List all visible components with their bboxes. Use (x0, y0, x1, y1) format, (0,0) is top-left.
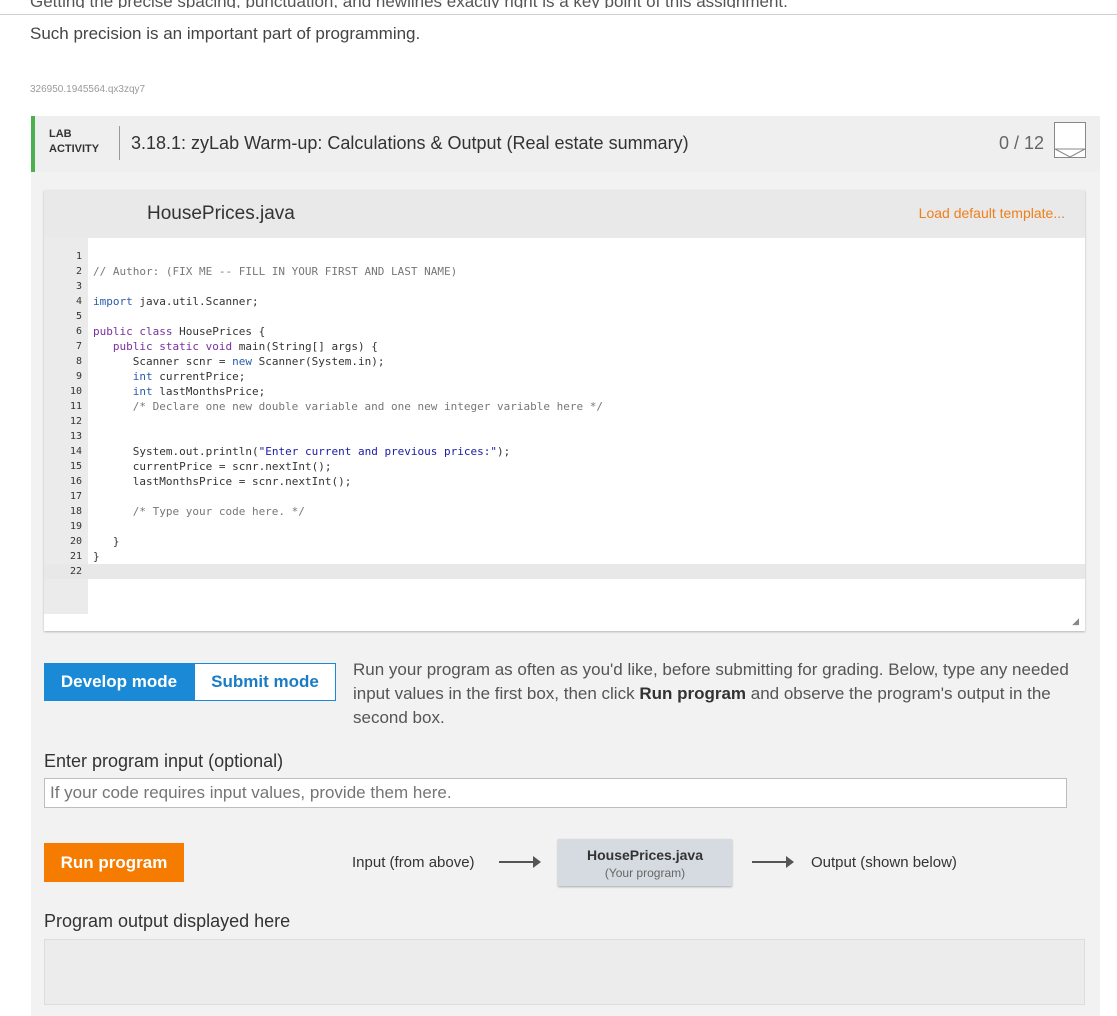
file-name: HousePrices.java (147, 203, 295, 224)
program-name: HousePrices.java (587, 847, 703, 863)
line-number: 18 (69, 506, 82, 517)
code-line[interactable]: 20 } (44, 534, 1085, 549)
line-number: 5 (75, 311, 82, 322)
resource-id: 326950.1945564.qx3zqy7 (30, 84, 146, 95)
precision-text: Such precision is an important part of p… (30, 24, 421, 43)
lab-activity-label: LAB ACTIVITY (49, 128, 100, 155)
code-line[interactable]: 9 int currentPrice; (44, 369, 1085, 384)
code-text: /* Declare one new double variable and o… (93, 400, 603, 413)
code-line[interactable]: 6 public class HousePrices { (44, 324, 1085, 339)
line-number: 14 (69, 446, 82, 457)
code-line[interactable]: 3 (44, 279, 1085, 294)
line-number: 2 (75, 266, 82, 277)
line-number: 3 (75, 281, 82, 292)
program-box: HousePrices.java (Your program) (558, 839, 732, 886)
code-line[interactable]: 18 /* Type your code here. */ (44, 504, 1085, 519)
code-text: currentPrice = scnr.nextInt(); (132, 460, 332, 473)
activity-title: 3.18.1: zyLab Warm-up: Calculations & Ou… (131, 133, 689, 153)
code-line[interactable]: 22 (44, 564, 1085, 579)
line-number: 4 (75, 296, 82, 307)
header-divider (119, 126, 120, 160)
load-default-template-link[interactable]: Load default template... (919, 205, 1065, 221)
activity-header: LAB ACTIVITY 3.18.1: zyLab Warm-up: Calc… (31, 116, 1100, 172)
code-text: lastMonthsPrice = scnr.nextInt(); (132, 475, 352, 488)
code-text: } (93, 535, 120, 548)
code-line[interactable]: 7 public static void main(String[] args)… (44, 339, 1085, 354)
line-number: 21 (69, 551, 82, 562)
code-text: public class HousePrices { (93, 325, 266, 338)
line-number: 6 (75, 326, 82, 337)
code-line[interactable]: 10 int lastMonthsPrice; (44, 384, 1085, 399)
code-line[interactable]: 5 (44, 309, 1085, 324)
code-line[interactable]: 1 (44, 249, 1085, 264)
code-text: int currentPrice; (132, 370, 246, 383)
completion-badge-icon (1054, 122, 1086, 158)
code-line[interactable]: 13 (44, 429, 1085, 444)
code-text: // Author: (FIX ME -- FILL IN YOUR FIRST… (93, 265, 458, 278)
line-number: 19 (69, 521, 82, 532)
line-number: 17 (69, 491, 82, 502)
code-text: int lastMonthsPrice; (132, 385, 266, 398)
line-number: 20 (69, 536, 82, 547)
code-text: import java.util.Scanner; (93, 295, 259, 308)
line-number: 12 (69, 416, 82, 427)
program-output-box (44, 939, 1085, 1005)
line-number: 8 (75, 356, 82, 367)
editor-header: HousePrices.java Load default template..… (44, 190, 1085, 238)
top-divider (0, 14, 1117, 15)
line-number: 15 (69, 461, 82, 472)
code-text: Scanner scnr = new Scanner(System.in); (132, 355, 385, 368)
code-line[interactable]: 4 import java.util.Scanner; (44, 294, 1085, 309)
code-line[interactable]: 8 Scanner scnr = new Scanner(System.in); (44, 354, 1085, 369)
code-text: System.out.println("Enter current and pr… (132, 445, 511, 458)
line-number: 13 (69, 431, 82, 442)
cut-instruction-text: Getting the precise spacing, punctuation… (30, 0, 810, 8)
line-number: 16 (69, 476, 82, 487)
code-line[interactable]: 17 (44, 489, 1085, 504)
code-text: } (93, 550, 100, 563)
code-line[interactable]: 12 (44, 414, 1085, 429)
line-number: 10 (69, 386, 82, 397)
right-arrow-icon (499, 856, 541, 868)
line-number: 7 (75, 341, 82, 352)
program-sub: (Your program) (604, 866, 686, 880)
code-line[interactable]: 21} (44, 549, 1085, 564)
code-line[interactable]: 16 lastMonthsPrice = scnr.nextInt(); (44, 474, 1085, 489)
flow-output-label: Output (shown below) (811, 854, 957, 871)
code-editor: HousePrices.java Load default template..… (44, 190, 1085, 631)
line-number: 1 (75, 251, 82, 262)
code-line[interactable]: 2 // Author: (FIX ME -- FILL IN YOUR FIRS… (44, 264, 1085, 279)
score-text: 0 / 12 (998, 133, 1044, 153)
input-label: Enter program input (optional) (44, 751, 284, 771)
mode-toggle: Develop mode Submit mode (44, 663, 336, 701)
flow-input-label: Input (from above) (352, 854, 475, 871)
code-line[interactable]: 14 System.out.println("Enter current and… (44, 444, 1085, 459)
code-line[interactable]: 19 (44, 519, 1085, 534)
program-input-field[interactable] (44, 778, 1067, 808)
develop-mode-button[interactable]: Develop mode (44, 663, 194, 701)
code-text: /* Type your code here. */ (93, 505, 305, 518)
line-number: 22 (69, 566, 82, 577)
code-line[interactable]: 11 /* Declare one new double variable an… (44, 399, 1085, 414)
code-text: public static void main(String[] args) { (112, 340, 378, 353)
resize-handle-icon[interactable]: ◢ (1072, 616, 1079, 627)
run-program-button[interactable]: Run program (44, 843, 184, 882)
submit-mode-button[interactable]: Submit mode (194, 663, 336, 701)
mode-description: Run your program as often as you'd like,… (353, 660, 1069, 727)
line-number: 9 (75, 371, 82, 382)
line-number: 11 (69, 401, 82, 412)
code-line[interactable]: 15 currentPrice = scnr.nextInt(); (44, 459, 1085, 474)
output-label: Program output displayed here (44, 911, 291, 931)
right-arrow-icon (752, 856, 794, 868)
